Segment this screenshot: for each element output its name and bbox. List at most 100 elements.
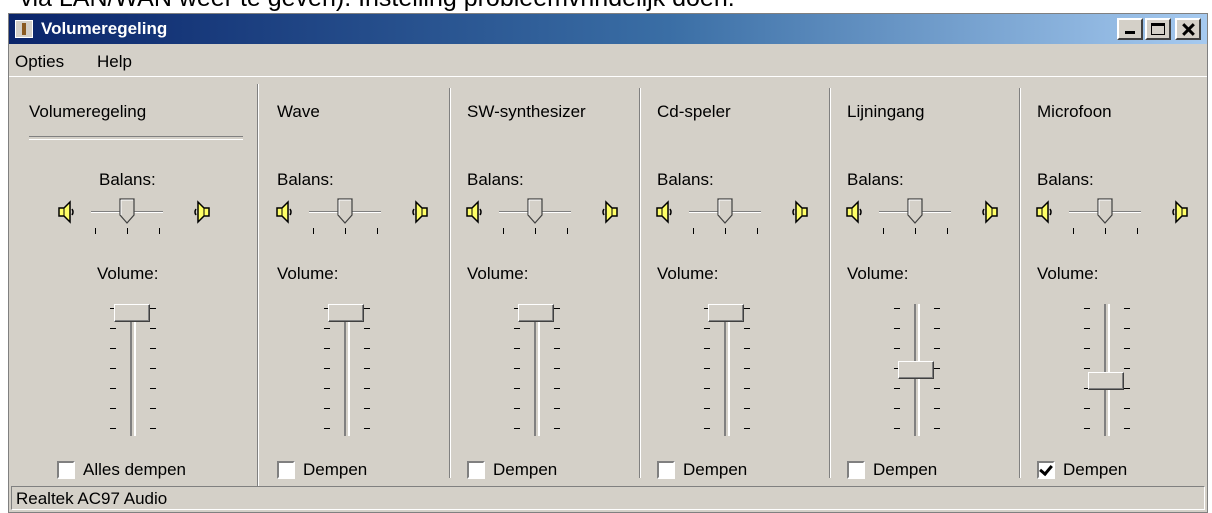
balance-slider-thumb[interactable] <box>907 198 923 224</box>
volume-tick <box>704 428 710 429</box>
volume-label: Volume: <box>277 264 339 283</box>
balance-tick <box>947 228 948 234</box>
speaker-left-icon <box>465 200 485 224</box>
volume-tick <box>894 388 900 389</box>
volume-tick <box>744 428 750 429</box>
volume-tick <box>554 428 560 429</box>
volume-tick <box>894 428 900 429</box>
volume-tick <box>1084 428 1090 429</box>
volume-tick <box>150 328 156 329</box>
balance-slider-thumb[interactable] <box>527 198 543 224</box>
volume-track <box>130 304 136 436</box>
window-controls <box>1117 18 1201 40</box>
mute-checkbox[interactable] <box>57 461 75 479</box>
strip-divider <box>1019 88 1021 478</box>
volume-tick <box>150 428 156 429</box>
volume-slider-thumb[interactable] <box>898 361 934 379</box>
volume-slider-thumb[interactable] <box>328 304 364 322</box>
volume-tick <box>744 408 750 409</box>
balance-tick <box>377 228 378 234</box>
balance-tick <box>883 228 884 234</box>
mute-control[interactable]: Dempen <box>847 460 937 480</box>
volume-tick <box>934 388 940 389</box>
volume-label: Volume: <box>1037 264 1099 283</box>
maximize-button[interactable] <box>1145 18 1171 40</box>
volume-track <box>724 304 730 436</box>
volume-tick <box>934 348 940 349</box>
balance-tick <box>693 228 694 234</box>
volume-tick <box>364 368 370 369</box>
menu-opties[interactable]: Opties <box>15 52 64 72</box>
mute-control[interactable]: Alles dempen <box>57 460 186 480</box>
balance-slider-thumb[interactable] <box>1097 198 1113 224</box>
mute-checkbox[interactable] <box>467 461 485 479</box>
volume-tick <box>324 408 330 409</box>
volume-label: Volume: <box>847 264 909 283</box>
balance-tick <box>757 228 758 234</box>
volume-tick <box>110 428 116 429</box>
volume-tick <box>1124 328 1130 329</box>
mute-checkbox[interactable] <box>277 461 295 479</box>
minimize-button[interactable] <box>1117 18 1143 40</box>
mute-control[interactable]: Dempen <box>467 460 557 480</box>
volume-tick <box>364 388 370 389</box>
volume-tick <box>554 348 560 349</box>
strip-divider <box>449 88 451 478</box>
balance-tick <box>535 228 536 234</box>
volume-tick <box>554 388 560 389</box>
volume-slider-thumb[interactable] <box>518 304 554 322</box>
menu-help[interactable]: Help <box>97 52 132 72</box>
volume-app-icon <box>15 20 33 38</box>
strip-divider <box>829 88 831 478</box>
device-name: Realtek AC97 Audio <box>16 489 168 508</box>
volume-tick <box>514 408 520 409</box>
close-button[interactable] <box>1175 18 1201 40</box>
volume-tick <box>1084 348 1090 349</box>
volume-tick <box>110 368 116 369</box>
title-bar[interactable]: Volumeregeling <box>9 14 1207 44</box>
mute-label: Dempen <box>873 460 938 479</box>
volume-tick <box>150 388 156 389</box>
volume-tick <box>324 388 330 389</box>
speaker-left-icon <box>845 200 865 224</box>
balance-slider-thumb[interactable] <box>119 198 135 224</box>
volume-tick <box>364 408 370 409</box>
volume-slider-thumb[interactable] <box>114 304 150 322</box>
volume-tick <box>324 428 330 429</box>
mute-control[interactable]: Dempen <box>657 460 747 480</box>
mixer-strip: Wave Balans: Volume: Dempen <box>265 80 455 486</box>
volume-tick <box>514 388 520 389</box>
strip-name: Volumeregeling <box>29 102 147 121</box>
volume-tick <box>704 388 710 389</box>
volume-tick <box>894 328 900 329</box>
speaker-right-icon <box>409 200 429 224</box>
volume-tick <box>1124 308 1130 309</box>
mute-control[interactable]: Dempen <box>1037 460 1127 480</box>
mute-checkbox[interactable] <box>657 461 675 479</box>
volume-tick <box>324 328 330 329</box>
mute-control[interactable]: Dempen <box>277 460 367 480</box>
strip-divider <box>257 84 259 486</box>
mute-label: Dempen <box>493 460 558 479</box>
volume-tick <box>1084 328 1090 329</box>
header-separator <box>29 136 243 140</box>
balance-tick <box>313 228 314 234</box>
volume-tick <box>1124 368 1130 369</box>
volume-tick <box>1084 408 1090 409</box>
balance-slider-thumb[interactable] <box>717 198 733 224</box>
volume-tick <box>894 408 900 409</box>
speaker-right-icon <box>1169 200 1189 224</box>
volume-slider-thumb[interactable] <box>708 304 744 322</box>
volume-label: Volume: <box>467 264 529 283</box>
volume-tick <box>110 328 116 329</box>
volume-slider-thumb[interactable] <box>1088 372 1124 391</box>
mute-checkbox[interactable] <box>1037 461 1055 479</box>
balance-label: Balans: <box>99 170 156 189</box>
balance-slider-thumb[interactable] <box>337 198 353 224</box>
mute-label: Dempen <box>683 460 748 479</box>
mixer-strip: Microfoon Balans: Volume: Dempen <box>1025 80 1212 486</box>
speaker-left-icon <box>655 200 675 224</box>
volume-tick <box>364 328 370 329</box>
volume-tick <box>934 428 940 429</box>
mute-checkbox[interactable] <box>847 461 865 479</box>
